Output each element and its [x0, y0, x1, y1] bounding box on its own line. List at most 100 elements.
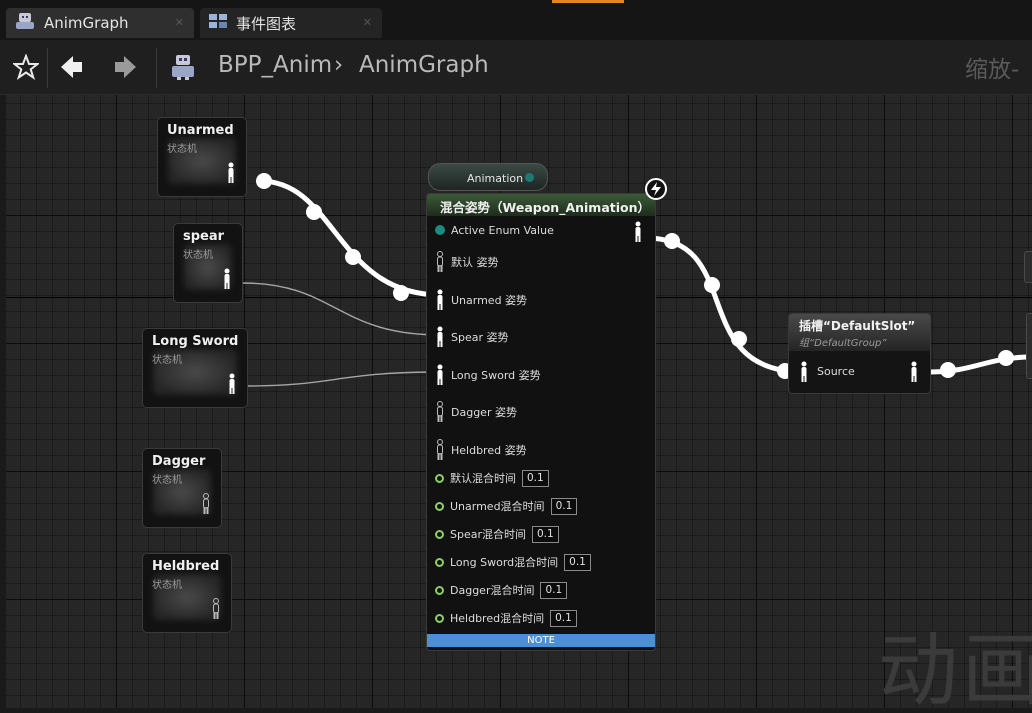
- graph-canvas[interactable]: Unarmed 状态机 spear 状态机 Long Sword 状态机 Dag…: [6, 95, 1032, 708]
- blend-time-input[interactable]: 0.1: [550, 497, 578, 515]
- pose-pin-icon[interactable]: [227, 373, 237, 399]
- animation-variable-node[interactable]: Animation: [428, 163, 548, 191]
- blend-time-row[interactable]: Spear混合时间 0.1: [435, 524, 559, 544]
- pose-output-pin-icon[interactable]: [909, 361, 919, 387]
- blend-poses-node[interactable]: 混合姿势（Weapon_Animation） Active Enum Value…: [426, 178, 667, 651]
- node-subtitle: 状态机: [167, 144, 197, 155]
- pin-label: Dagger 姿势: [451, 406, 517, 419]
- node-title: Heldbred: [152, 559, 220, 574]
- blend-time-row[interactable]: Unarmed混合时间 0.1: [435, 496, 578, 516]
- node-subtitle: 状态机: [183, 250, 213, 261]
- anim-blueprint-button[interactable]: [166, 50, 200, 84]
- toolbar-separator: [156, 48, 157, 88]
- anim-blueprint-icon: [172, 55, 194, 80]
- offscreen-node[interactable]: [1024, 251, 1032, 283]
- node-title: Dagger: [152, 454, 206, 469]
- pose-input-row[interactable]: Dagger 姿势: [435, 401, 517, 423]
- lightning-bolt-icon: [645, 178, 667, 200]
- pin-label: Long Sword 姿势: [451, 369, 541, 382]
- float-pin[interactable]: [435, 557, 444, 567]
- output-pose-node[interactable]: [1026, 313, 1032, 379]
- pose-pin-icon[interactable]: [435, 439, 445, 461]
- node-title: Long Sword: [152, 334, 239, 349]
- blend-time-row[interactable]: Dagger混合时间 0.1: [435, 580, 568, 600]
- state-machine-node[interactable]: Dagger 状态机: [142, 448, 222, 528]
- note-bar[interactable]: NOTE: [427, 634, 655, 647]
- pose-output-pin-icon[interactable]: [633, 221, 643, 247]
- pin-label: Source: [817, 365, 855, 378]
- graph-toolbar: BPP_Anim › AnimGraph 缩放-: [0, 40, 1032, 95]
- animation-pill-label: Animation: [467, 172, 524, 185]
- node-subtitle: 组“DefaultGroup”: [799, 338, 887, 349]
- enum-input-pin[interactable]: [435, 225, 445, 235]
- blend-time-input[interactable]: 0.1: [550, 609, 577, 627]
- blend-time-row[interactable]: 默认混合时间 0.1: [435, 468, 549, 488]
- pin-label: Unarmed混合时间: [450, 500, 545, 513]
- enum-input-row[interactable]: Active Enum Value: [435, 220, 554, 240]
- pose-pin-icon[interactable]: [435, 401, 445, 423]
- node-subtitle: 状态机: [152, 475, 182, 486]
- forward-button[interactable]: [108, 50, 142, 84]
- breadcrumb-current[interactable]: AnimGraph: [359, 52, 489, 78]
- event-graph-icon: [208, 13, 228, 33]
- pose-pin-icon[interactable]: [226, 162, 236, 188]
- blend-time-row[interactable]: Heldbred混合时间 0.1: [435, 608, 577, 628]
- pin-label: Dagger混合时间: [450, 584, 535, 597]
- star-icon: [13, 54, 39, 80]
- float-pin[interactable]: [435, 529, 444, 539]
- toolbar-separator: [47, 48, 48, 88]
- pose-pin-icon[interactable]: [222, 268, 232, 294]
- wire-long-sword: [245, 371, 442, 387]
- node-title: Unarmed: [167, 123, 234, 138]
- pin-label: Spear 姿势: [451, 331, 509, 344]
- float-pin[interactable]: [435, 501, 444, 511]
- tab-animgraph[interactable]: AnimGraph ✕: [6, 8, 194, 38]
- pin-label: Heldbred 姿势: [451, 444, 527, 457]
- state-machine-node[interactable]: Unarmed 状态机: [157, 117, 247, 197]
- pose-pin-icon[interactable]: [435, 364, 445, 386]
- pin-label: Spear混合时间: [450, 528, 526, 541]
- node-subtitle: 状态机: [152, 580, 182, 591]
- pin-label: Unarmed 姿势: [451, 294, 528, 307]
- wire-unarmed: [259, 178, 442, 298]
- blend-time-input[interactable]: 0.1: [532, 525, 559, 543]
- pose-input-pin-icon[interactable]: [799, 361, 809, 387]
- tab-event-graph[interactable]: 事件图表 ✕: [200, 8, 382, 38]
- pose-pin-icon[interactable]: [435, 251, 445, 273]
- anim-blueprint-icon: [14, 12, 36, 34]
- zoom-label: 缩放-: [965, 57, 1020, 83]
- pose-pin-icon[interactable]: [435, 326, 445, 348]
- blend-time-row[interactable]: Long Sword混合时间 0.1: [435, 552, 591, 572]
- pose-pin-icon[interactable]: [201, 493, 211, 519]
- pose-input-row[interactable]: 默认 姿势: [435, 251, 499, 273]
- blend-time-input[interactable]: 0.1: [564, 553, 591, 571]
- blend-time-input[interactable]: 0.1: [522, 469, 549, 487]
- breadcrumb-separator: ›: [334, 52, 344, 78]
- blend-time-input[interactable]: 0.1: [540, 581, 568, 599]
- state-machine-node[interactable]: spear 状态机: [173, 223, 243, 303]
- tab-label: 事件图表: [236, 14, 297, 33]
- pose-input-row[interactable]: Heldbred 姿势: [435, 439, 527, 461]
- arrow-left-icon: [61, 56, 82, 78]
- close-icon[interactable]: ✕: [363, 16, 372, 29]
- state-machine-node[interactable]: Heldbred 状态机: [142, 553, 232, 633]
- tab-label: AnimGraph: [44, 14, 129, 32]
- pin-label: Active Enum Value: [451, 223, 554, 237]
- enum-output-pin[interactable]: [525, 173, 534, 182]
- pose-input-row[interactable]: Long Sword 姿势: [435, 364, 541, 386]
- float-pin[interactable]: [435, 585, 444, 595]
- close-icon[interactable]: ✕: [175, 16, 184, 29]
- pose-pin-icon[interactable]: [435, 289, 445, 311]
- state-machine-node[interactable]: Long Sword 状态机: [142, 328, 248, 408]
- arrow-right-icon: [115, 56, 136, 78]
- back-button[interactable]: [55, 50, 89, 84]
- favorite-button[interactable]: [9, 50, 43, 84]
- pose-input-row[interactable]: Unarmed 姿势: [435, 289, 528, 311]
- float-pin[interactable]: [435, 473, 444, 483]
- node-header: 插槽“DefaultSlot” 组“DefaultGroup”: [789, 314, 930, 351]
- pose-input-row[interactable]: Spear 姿势: [435, 326, 509, 348]
- breadcrumb-root[interactable]: BPP_Anim: [218, 52, 332, 78]
- slot-node[interactable]: 插槽“DefaultSlot” 组“DefaultGroup” Source: [788, 313, 931, 394]
- pose-pin-icon[interactable]: [211, 598, 221, 624]
- float-pin[interactable]: [435, 613, 444, 623]
